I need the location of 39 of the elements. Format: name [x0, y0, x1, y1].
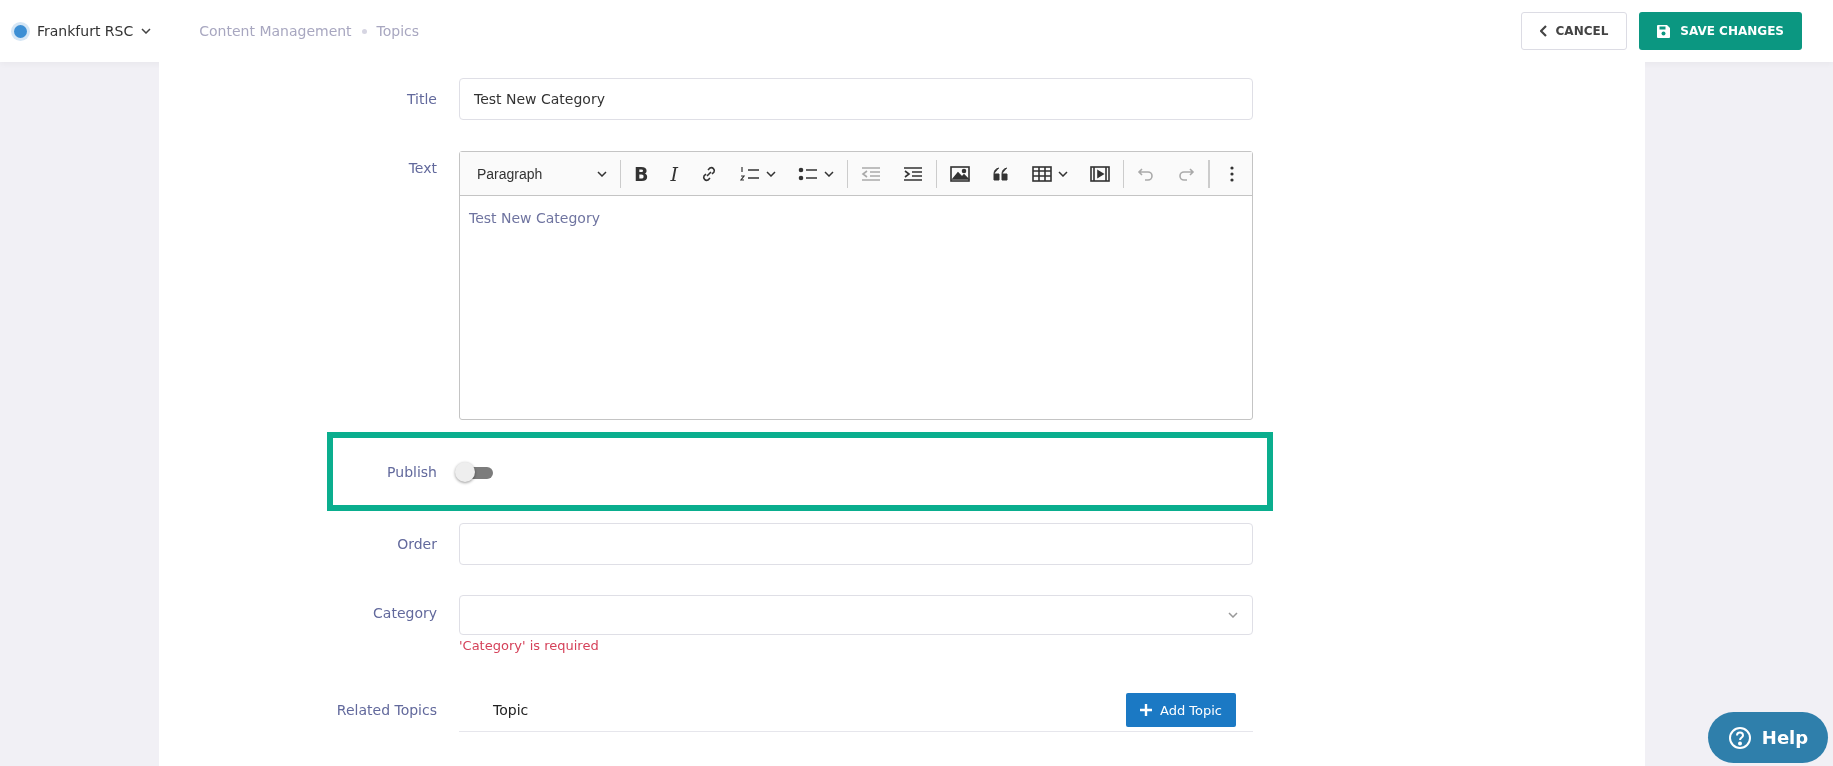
field-label: Publish [386, 463, 437, 480]
help-button[interactable]: Help [1708, 712, 1828, 763]
publish-toggle[interactable] [455, 460, 495, 483]
quote-icon [992, 164, 1010, 183]
save-icon [1657, 24, 1671, 38]
add-topic-button[interactable]: Add Topic [1126, 693, 1236, 727]
field-label: Text [407, 159, 437, 178]
chevron-left-icon [1539, 25, 1548, 37]
editor-text[interactable]: Test New Category [460, 196, 1252, 240]
caret-icon [824, 170, 834, 177]
field-label: Title [406, 91, 437, 107]
cancel-button[interactable]: CANCEL [1520, 12, 1628, 50]
field-label: Order [396, 536, 437, 552]
caret-icon [597, 170, 607, 177]
more-icon [1229, 164, 1235, 183]
order-input[interactable] [459, 523, 1253, 565]
bold-button[interactable]: B [625, 159, 658, 188]
title-input[interactable]: Test New Category [459, 78, 1253, 120]
italic-button[interactable]: I [661, 159, 687, 188]
caret-icon [141, 28, 152, 34]
site-selector[interactable]: Frankfurt RSC [37, 23, 152, 39]
plus-icon [1140, 704, 1152, 716]
table-icon [1032, 164, 1052, 183]
media-icon [1090, 164, 1110, 183]
outdent-icon [861, 164, 881, 183]
caret-icon [766, 170, 776, 177]
field-label: Category [372, 604, 437, 623]
link-icon [700, 164, 718, 183]
format-dropdown[interactable]: Paragraph [468, 159, 616, 188]
help-icon [1727, 725, 1752, 750]
error-message: 'Category' is required [459, 638, 600, 653]
column-header: Topic [493, 702, 530, 718]
indent-icon [903, 164, 923, 183]
caret-icon [1228, 612, 1238, 618]
image-icon [950, 164, 970, 183]
caret-icon [1058, 170, 1068, 177]
field-label: Related Topics [335, 701, 437, 720]
numbered-list-icon [740, 164, 760, 183]
save-button[interactable]: SAVE CHANGES [1639, 12, 1802, 50]
